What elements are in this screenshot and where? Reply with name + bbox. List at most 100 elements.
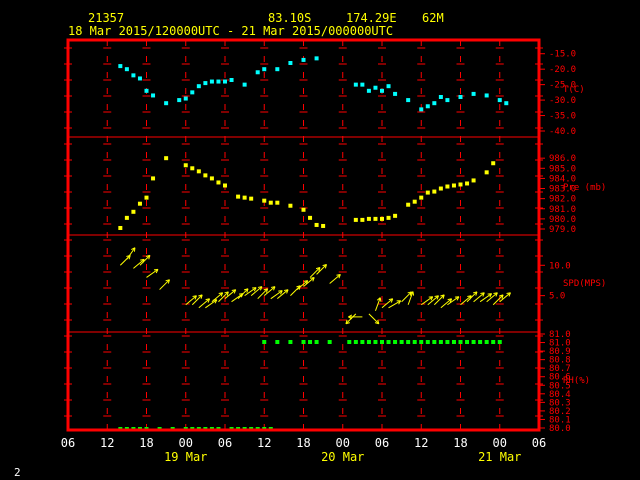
pressure-point [151,176,156,181]
pressure-point [484,170,489,175]
pressure-point [445,184,450,189]
wind-arrow-shaft [329,274,341,284]
temperature-point [419,107,424,112]
pressure-point [196,169,201,174]
y-axis-label: SPD(MPS) [563,279,606,289]
pressure-point [393,213,398,218]
temperature-point [275,67,280,72]
rh-point [360,340,365,344]
rh-point [262,340,267,344]
pressure-point [164,156,169,161]
y-tick-label: 10.0 [549,261,571,271]
x-tick-label: 18 [139,436,153,450]
wind-arrow-shaft [270,290,283,300]
y-axis-label: T(C) [563,85,585,95]
pressure-point [216,180,221,185]
pressure-point [458,182,463,187]
x-tick-label: 06 [532,436,546,450]
pressure-point [425,190,430,195]
temperature-point [353,82,358,87]
meteogram-chart: 21357 83.10S 174.29E 62M 18 Mar 2015/120… [14,11,606,479]
wind-arrow [159,279,170,290]
temperature-point [216,79,221,84]
pressure-point [131,209,136,214]
rh-point [438,340,443,344]
y-tick-label: 80.0 [549,424,571,434]
y-tick-label: 982.0 [549,195,576,205]
rh-point [380,340,384,344]
pressure-point [465,181,470,186]
pressure-point [360,217,365,222]
pressure-point [118,225,123,230]
pressure-point [321,223,326,228]
temperature-point [144,88,149,93]
pressure-point [203,173,208,178]
wind-arrow-shaft [126,247,136,260]
pressure-point [451,183,456,188]
temperature-point [393,91,398,96]
rh-point [432,340,437,344]
temperature-point [262,67,267,72]
pressure-point [209,176,214,181]
temperature-point [223,79,227,84]
rh-point [288,340,293,344]
wind-arrow-head [412,291,415,296]
pressure-point [471,178,476,183]
pressure-point [380,216,384,221]
rh-point [412,340,417,344]
x-tick-label: 06 [375,436,389,450]
wind-arrow [329,274,341,284]
temperature-point [229,78,234,82]
temperature-point [360,82,365,87]
temperature-point [164,101,169,106]
rh-point [275,340,280,344]
temperature-point [190,90,195,95]
temperature-point [438,95,443,99]
temperature-point [203,81,208,86]
temperature-point [209,79,214,84]
pressure-point [308,215,313,220]
y-tick-label: -40.0 [549,127,576,137]
wind-arrow [126,247,136,260]
rh-point [425,340,430,344]
y-axis-label: Pre (mb) [563,183,606,193]
temperature-point [458,95,463,99]
pressure-point [183,163,188,168]
temperature-point [366,88,371,93]
x-tick-label: 00 [336,436,350,450]
wind-arrow [348,314,363,320]
rh-point [451,340,456,344]
y-tick-label: -35.0 [549,112,576,122]
pressure-point [366,216,371,221]
pressure-point [406,202,411,207]
temperature-point [255,70,260,75]
x-tick-label: 18 [453,436,467,450]
pressure-point [301,207,306,212]
wind-arrow-shaft [290,285,301,296]
station-lat: 83.10S [268,11,311,25]
wind-arrow [146,268,159,278]
x-tick-label: 12 [257,436,271,450]
wind-arrow-shaft [420,296,434,306]
wind-arrow [133,258,145,269]
temperature-point [177,98,182,103]
temperature-point [471,91,476,96]
temperature-point [432,101,437,106]
temperature-point [183,96,188,101]
wind-arrow-shaft [159,279,170,290]
rh-point [366,340,371,344]
wind-arrow [368,313,380,325]
pressure-point [412,199,417,204]
pressure-point [491,161,496,166]
pressure-point [386,215,391,220]
temperature-point [151,93,156,98]
pressure-point [236,194,241,199]
pressure-point [144,195,149,200]
x-tick-label: 06 [61,436,75,450]
pressure-point [124,215,129,220]
y-tick-label: -20.0 [549,65,576,75]
wind-arrow-shaft [133,258,145,269]
temperature-point [314,56,319,61]
wind-arrow-shaft [185,295,197,306]
y-axis-label: RH(%) [563,376,590,386]
